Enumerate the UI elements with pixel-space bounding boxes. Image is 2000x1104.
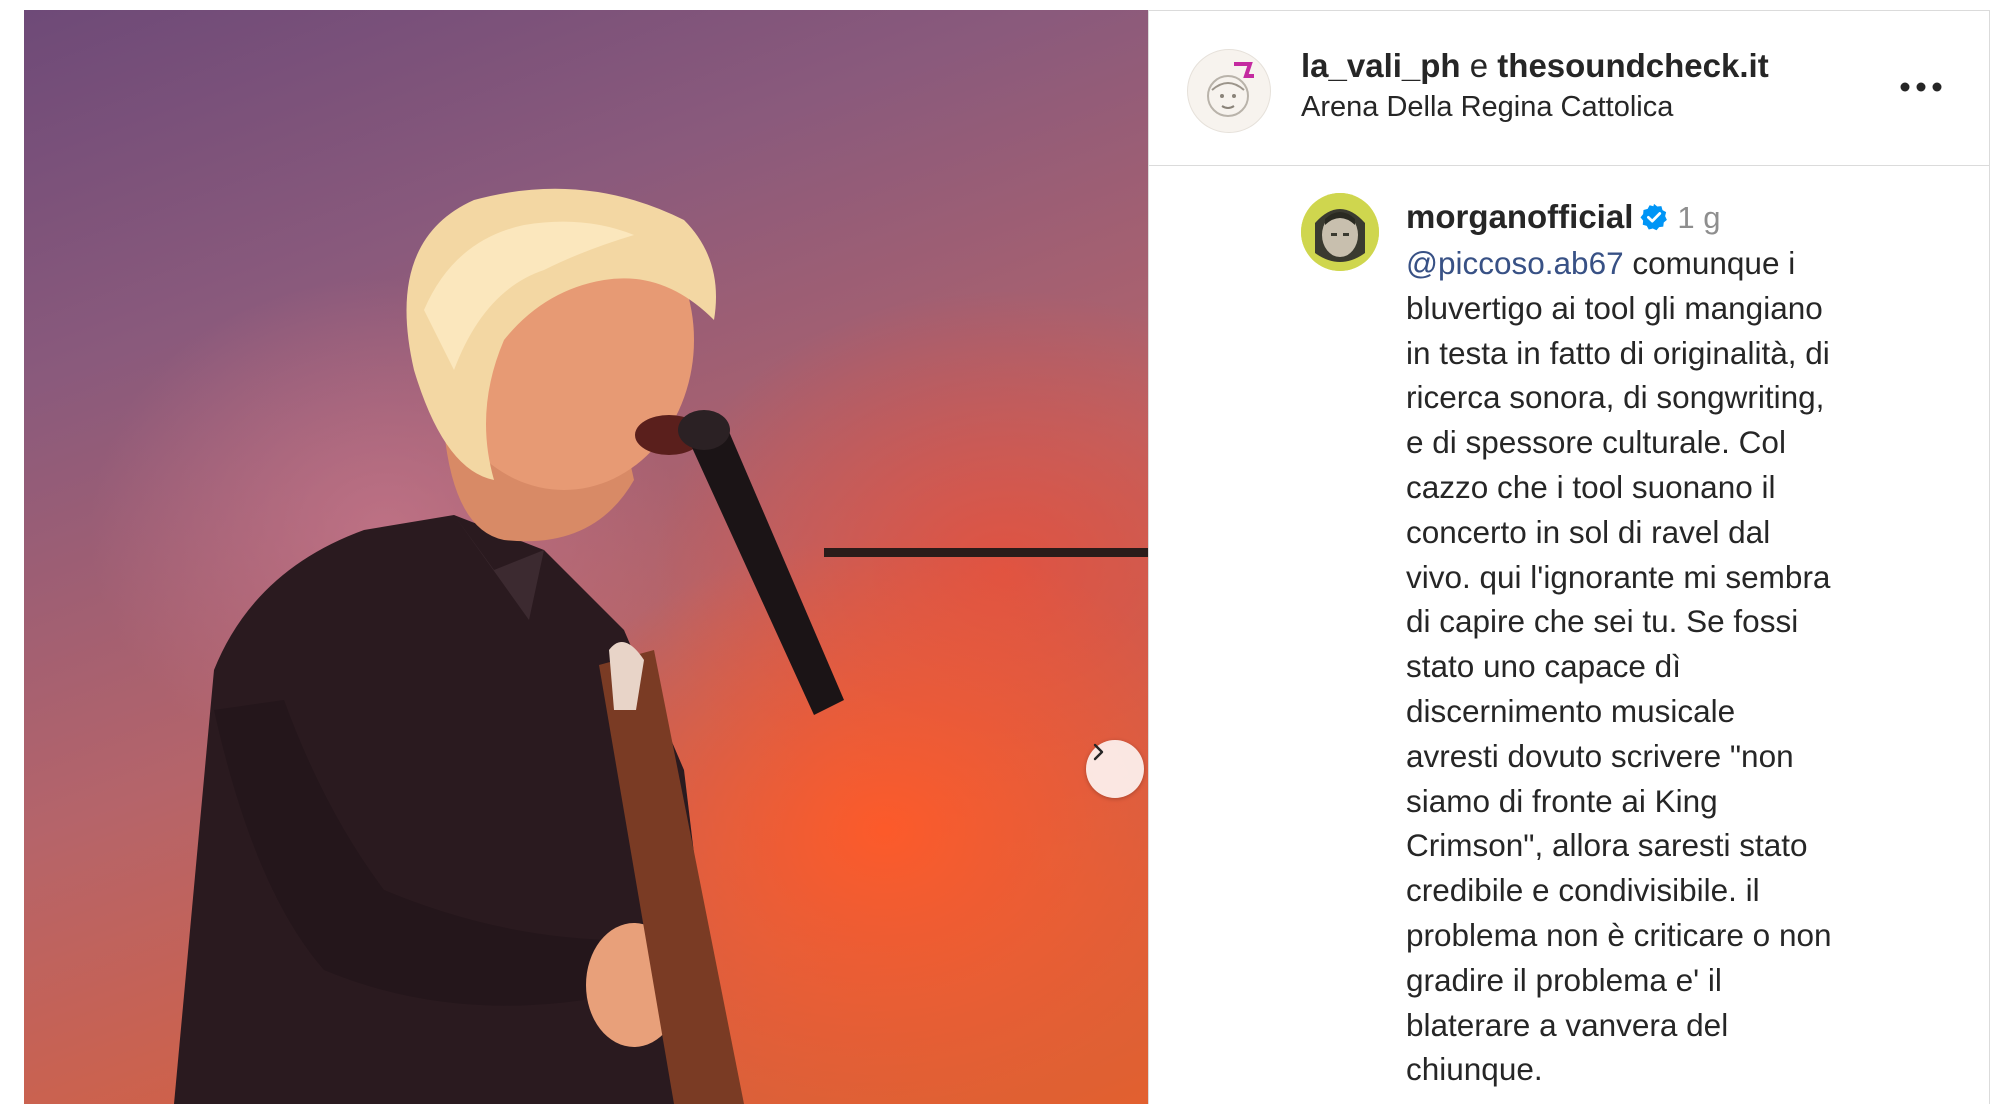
comment-timestamp[interactable]: 1 g: [1677, 200, 1720, 235]
comment-mention-link[interactable]: @piccoso.ab67: [1406, 245, 1624, 281]
post-location[interactable]: Arena Della Regina Cattolica: [1301, 91, 1673, 124]
more-options-button[interactable]: [1891, 69, 1951, 105]
author-avatar[interactable]: [1187, 49, 1271, 133]
author-joiner: e: [1469, 47, 1489, 84]
more-horizontal-icon: [1900, 82, 1942, 92]
post-photo[interactable]: [24, 10, 1148, 1104]
post-header: la_vali_ph e thesoundcheck.it Arena Dell…: [1149, 11, 1989, 166]
avatar-portrait-icon: [1301, 193, 1379, 271]
commenter-avatar[interactable]: [1301, 193, 1379, 271]
comment-body: morganofficial 1 g @piccoso.ab67 comunque…: [1406, 197, 1906, 1092]
post-side-panel: la_vali_ph e thesoundcheck.it Arena Dell…: [1148, 10, 1990, 1104]
post-authors: la_vali_ph e thesoundcheck.it: [1301, 47, 1769, 85]
author-secondary-link[interactable]: thesoundcheck.it: [1497, 47, 1768, 84]
chevron-right-icon: [1093, 743, 1104, 761]
comment-message: comunque i bluvertigo ai tool gli mangia…: [1406, 245, 1832, 1088]
next-photo-button[interactable]: [1086, 740, 1144, 798]
verified-badge-icon: [1639, 201, 1669, 241]
microphone: [684, 420, 844, 715]
concert-performer-illustration: [174, 188, 1148, 1104]
comment-header: morganofficial 1 g: [1406, 197, 1906, 241]
author-primary-link[interactable]: la_vali_ph: [1301, 47, 1461, 84]
commenter-username[interactable]: morganofficial: [1406, 198, 1633, 235]
comment-text: @piccoso.ab67 comunque i bluvertigo ai t…: [1406, 241, 1906, 1092]
mic-stand-arm: [824, 548, 1148, 557]
avatar-sketch-icon: [1207, 62, 1254, 117]
